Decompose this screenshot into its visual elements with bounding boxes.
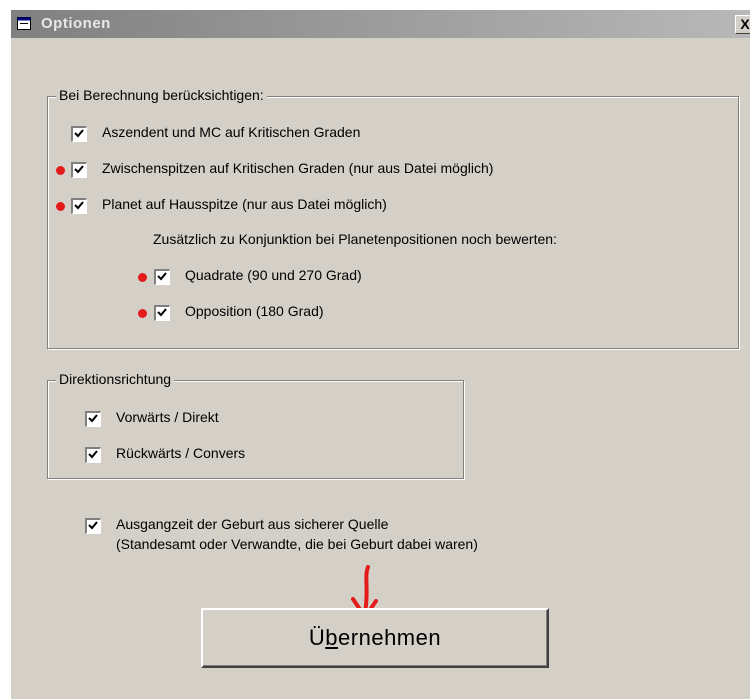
option-label-line2: (Standesamt oder Verwandte, die bei Gebu… [116, 536, 478, 552]
checkmark-icon [74, 129, 84, 138]
direction-group-legend: Direktionsrichtung [56, 371, 175, 387]
checkbox-forward-direct[interactable] [85, 411, 101, 427]
red-marker-icon [56, 166, 65, 175]
window-icon [17, 17, 31, 30]
option-forward-direct[interactable]: Vorwärts / Direkt [85, 409, 345, 431]
red-marker-icon [138, 273, 147, 282]
title-bar[interactable]: Optionen X [11, 10, 750, 38]
option-label: Zwischenspitzen auf Kritischen Graden (n… [102, 160, 494, 176]
apply-label-prefix: Ü [308, 625, 326, 650]
close-button[interactable]: X [735, 15, 750, 34]
close-icon: X [740, 16, 750, 32]
checkmark-icon [74, 201, 84, 210]
option-label: Quadrate (90 und 270 Grad) [185, 267, 362, 283]
red-marker-icon [138, 309, 147, 318]
checkbox-planet-on-cusp[interactable] [71, 198, 87, 214]
option-opposition[interactable]: Opposition (180 Grad) [154, 303, 414, 325]
checkbox-ascendant-mc[interactable] [71, 126, 87, 142]
checkmark-icon [88, 521, 98, 530]
option-planet-on-cusp[interactable]: Planet auf Hausspitze (nur aus Datei mög… [71, 196, 491, 218]
calculation-group-legend: Bei Berechnung berücksichtigen: [56, 87, 267, 103]
option-house-cusps[interactable]: Zwischenspitzen auf Kritischen Graden (n… [71, 160, 631, 182]
window-title: Optionen [41, 15, 111, 32]
option-label-line1: Ausgangzeit der Geburt aus sicherer Quel… [116, 516, 389, 532]
checkbox-opposition[interactable] [154, 305, 170, 321]
option-label: Vorwärts / Direkt [116, 409, 219, 425]
option-label: Opposition (180 Grad) [185, 303, 324, 319]
apply-button[interactable]: Übernehmen [201, 608, 549, 668]
options-dialog: Optionen X Bei Berechnung berücksichtige… [10, 10, 750, 699]
checkmark-icon [74, 165, 84, 174]
option-backward-converse[interactable]: Rückwärts / Convers [85, 445, 345, 467]
checkmark-icon [88, 450, 98, 459]
option-square[interactable]: Quadrate (90 und 270 Grad) [154, 267, 454, 289]
option-label: Aszendent und MC auf Kritischen Graden [102, 124, 361, 140]
option-label: Rückwärts / Convers [116, 445, 246, 461]
apply-button-label: Übernehmen [203, 625, 547, 651]
option-ascendant-mc[interactable]: Aszendent und MC auf Kritischen Graden [71, 124, 471, 146]
option-label: Planet auf Hausspitze (nur aus Datei mög… [102, 196, 387, 212]
option-birth-time-source[interactable]: Ausgangzeit der Geburt aus sicherer Quel… [85, 516, 565, 556]
apply-label-suffix: ernehmen [338, 625, 442, 650]
checkmark-icon [88, 414, 98, 423]
apply-label-mnemonic: b [325, 625, 339, 650]
checkmark-icon [157, 272, 167, 281]
checkbox-house-cusps[interactable] [71, 162, 87, 178]
checkbox-backward-converse[interactable] [85, 447, 101, 463]
red-marker-icon [56, 202, 65, 211]
checkmark-icon [157, 308, 167, 317]
checkbox-birth-time-source[interactable] [85, 518, 101, 534]
aspects-note: Zusätzlich zu Konjunktion bei Planetenpo… [153, 231, 557, 247]
checkbox-square[interactable] [154, 269, 170, 285]
